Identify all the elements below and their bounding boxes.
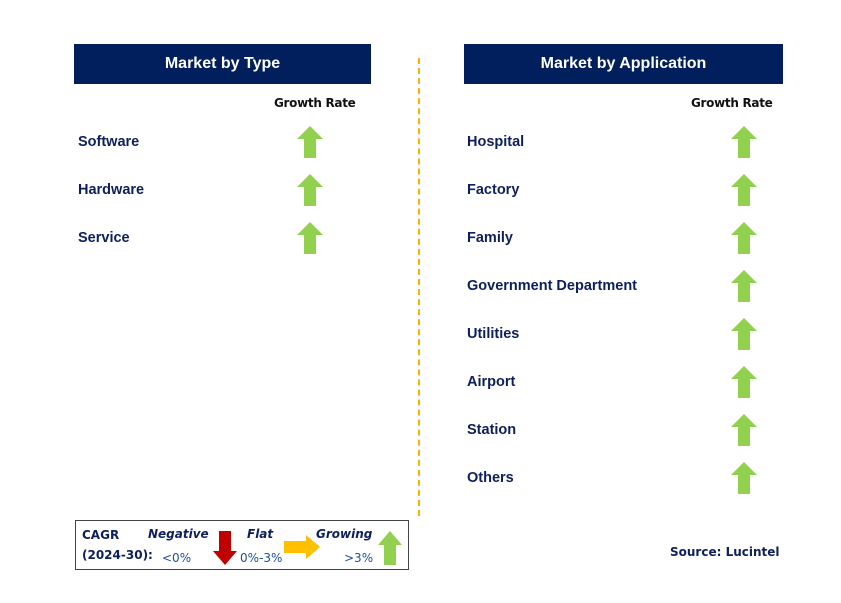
arrow-up-icon (297, 174, 323, 206)
arrow-up-icon (731, 366, 757, 398)
right-growth-rate-header: Growth Rate (691, 96, 773, 110)
row-label: Hardware (78, 182, 145, 198)
market-by-type-title: Market by Type (164, 55, 281, 72)
legend-flat-label: Flat (247, 527, 274, 541)
arrow-up-icon (731, 270, 757, 302)
row-label: Government Department (467, 278, 638, 294)
arrow-up-icon (297, 126, 323, 158)
row-label: Utilities (467, 326, 520, 342)
arrow-up-icon (731, 414, 757, 446)
section-divider (418, 58, 420, 516)
legend-cagr-period: (2024-30): (82, 548, 153, 562)
arrow-down-icon (213, 531, 237, 565)
row-label: Factory (467, 182, 520, 198)
legend-growing-label: Growing (316, 527, 373, 541)
row-label: Service (78, 230, 130, 246)
source-note: Source: Lucintel (670, 545, 780, 559)
legend-flat-range: 0%-3% (240, 551, 283, 565)
legend-growing-range: >3% (344, 551, 374, 565)
arrow-up-icon (297, 222, 323, 254)
row-label: Airport (467, 374, 516, 390)
row-label: Station (467, 422, 517, 438)
market-by-application-title: Market by Application (540, 55, 707, 72)
left-growth-rate-header: Growth Rate (274, 96, 356, 110)
row-label: Family (467, 230, 513, 246)
cagr-legend: CAGR (2024-30): Negative <0% Flat 0%-3% … (75, 520, 409, 570)
legend-negative-label: Negative (148, 527, 209, 541)
market-by-application-header: Market by Application (464, 44, 783, 84)
arrow-up-icon (378, 531, 402, 565)
row-label: Software (78, 134, 140, 150)
arrow-right-icon (284, 535, 320, 559)
arrow-up-icon (731, 318, 757, 350)
arrow-up-icon (731, 126, 757, 158)
row-label: Hospital (467, 134, 525, 150)
market-by-type-header: Market by Type (74, 44, 371, 84)
arrow-up-icon (731, 462, 757, 494)
legend-cagr-label: CAGR (82, 528, 120, 542)
legend-negative-range: <0% (162, 551, 192, 565)
arrow-up-icon (731, 174, 757, 206)
row-label: Others (467, 470, 514, 486)
arrow-up-icon (731, 222, 757, 254)
